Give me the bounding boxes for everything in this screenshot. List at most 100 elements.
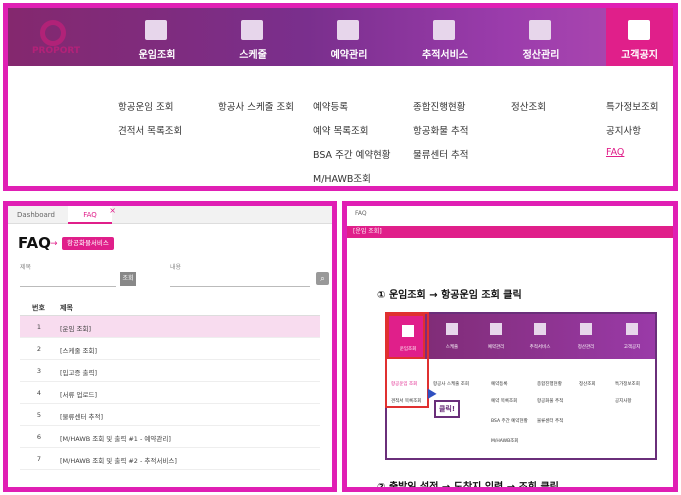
mini-nav-schedule: 스케줄 <box>433 314 471 359</box>
chart-icon <box>529 20 551 40</box>
nav-label: 스케줄 <box>239 50 267 61</box>
highlight-box <box>385 312 429 408</box>
menu-logistics-track[interactable]: 물류센터 추적 <box>413 147 468 161</box>
mini-nav-tracking: 추적서비스 <box>521 314 559 359</box>
nav-tracking[interactable]: 추적서비스 <box>397 8 493 66</box>
menu-air-freight-inquiry[interactable]: 항공운임 조회 <box>118 99 173 113</box>
menu-airline-schedule[interactable]: 항공사 스케줄 조회 <box>218 99 294 113</box>
step-2-text: ② 출발일 설정 → 도착지 입력 → 조회 클릭 <box>377 482 559 492</box>
search-label-content: 내용 <box>170 264 182 271</box>
mini-nav-label: 추적서비스 <box>529 345 551 350</box>
mini-nav-booking: 예약관리 <box>477 314 515 359</box>
row-title: [입고증 출력] <box>60 369 98 377</box>
row-title: [물류센터 추적] <box>60 413 104 421</box>
nav-settlement[interactable]: 정산관리 <box>493 8 589 66</box>
table-row[interactable]: 7 [M/HAWB 조회 및 출력 #2 - 추적서비스] <box>20 448 320 470</box>
search-button[interactable]: 조회 <box>120 272 136 286</box>
mini-menu-item: 항공운임 조회 <box>391 382 418 387</box>
search-label-title: 제목 <box>20 264 32 271</box>
table-header: 번호 제목 <box>20 298 320 316</box>
row-title: [M/HAWB 조회 및 출력 #2 - 추적서비스] <box>60 457 177 465</box>
mini-menu-item: 특가정보조회 <box>615 382 640 387</box>
calendar-icon <box>446 323 458 335</box>
search-icon[interactable]: ⌕ <box>316 272 329 285</box>
row-title: [스케줄 조회] <box>60 347 98 355</box>
dropdown-menu: 항공운임 조회 견적서 목록조회 항공사 스케줄 조회 예약등록 예약 목록조회… <box>8 66 673 186</box>
table-row[interactable]: 3 [입고증 출력] <box>20 360 320 382</box>
menu-notice[interactable]: 공지사항 <box>606 123 641 137</box>
mini-nav-notice: 고객공지 <box>613 314 651 359</box>
logo[interactable]: PROPORT <box>20 18 92 58</box>
row-title: [운임 조회] <box>60 325 92 333</box>
embedded-menu-image: 운임조회 스케줄 예약관리 추적서비스 정산관리 고객공지 항공운임 조회 항공… <box>385 312 657 460</box>
title-search-input[interactable] <box>20 286 116 287</box>
menu-quote-list[interactable]: 견적서 목록조회 <box>118 123 182 137</box>
menu-settlement-inquiry[interactable]: 정산조회 <box>511 99 546 113</box>
arrow-icon: → <box>50 239 58 249</box>
row-title: [M/HAWB 조회 및 출력 #1 - 예약관리] <box>60 435 171 443</box>
mini-menu-item: 예약등록 <box>491 382 508 387</box>
service-badge: 항공화물서비스 <box>62 237 114 250</box>
plane-track-icon <box>433 20 455 40</box>
close-icon[interactable]: × <box>109 206 116 220</box>
content-search-input[interactable] <box>170 286 310 287</box>
mini-menu-item: 물류센터 추적 <box>537 419 564 424</box>
cargo-box-icon <box>145 20 167 40</box>
nav-customer-notice[interactable]: 고객공지 <box>606 8 673 66</box>
row-number: 5 <box>36 411 42 419</box>
nav-label: 운임조회 <box>138 50 176 61</box>
table-row[interactable]: 2 [스케줄 조회] <box>20 338 320 360</box>
menu-air-cargo-track[interactable]: 항공화물 추적 <box>413 123 468 137</box>
logo-ring-icon <box>40 20 66 46</box>
tab-dashboard[interactable]: Dashboard <box>8 206 64 224</box>
table-row[interactable]: 6 [M/HAWB 조회 및 출력 #1 - 예약관리] <box>20 426 320 448</box>
mini-menu-item: 항공화물 추적 <box>537 399 564 404</box>
chat-icon <box>626 323 638 335</box>
menu-mhawb[interactable]: M/HAWB조회 <box>313 171 371 185</box>
tab-faq[interactable]: FAQ × <box>68 206 116 224</box>
table-row[interactable]: 1 [운임 조회] <box>20 316 320 338</box>
menu-booking-list[interactable]: 예약 목록조회 <box>313 123 368 137</box>
menu-bsa-weekly[interactable]: BSA 주간 예약현황 <box>313 147 391 161</box>
menu-faq[interactable]: FAQ <box>606 147 624 158</box>
row-title: [서류 업로드] <box>60 391 98 399</box>
faq-detail-screenshot: FAQ [운임 조회] ① 운임조회 → 항공운임 조회 클릭 운임조회 스케줄… <box>342 201 678 492</box>
chart-icon <box>580 323 592 335</box>
page-title: FAQ <box>18 234 51 252</box>
menu-special-price[interactable]: 특가정보조회 <box>606 99 658 113</box>
mini-menu-item: 공지사항 <box>615 399 632 404</box>
tab-bar: Dashboard FAQ × <box>8 206 332 224</box>
table-row[interactable]: 4 [서류 업로드] <box>20 382 320 404</box>
row-number: 3 <box>36 367 42 375</box>
briefcase-icon <box>337 20 359 40</box>
row-number: 6 <box>36 433 42 441</box>
menu-booking-register[interactable]: 예약등록 <box>313 99 348 113</box>
tab-faq-label: FAQ <box>83 211 97 219</box>
mini-menu-item: 항공사 스케줄 조회 <box>433 382 469 387</box>
chat-icon <box>628 20 650 40</box>
mini-nav-label: 정산관리 <box>577 345 595 350</box>
mini-menu-item: BSA 주간 예약현황 <box>491 419 528 424</box>
nav-schedule[interactable]: 스케줄 <box>205 8 301 66</box>
mini-nav-settlement: 정산관리 <box>567 314 605 359</box>
question-bar[interactable]: [운임 조회] <box>347 226 673 238</box>
calendar-icon <box>241 20 263 40</box>
nav-label: 예약관리 <box>330 50 368 61</box>
mini-nav-label: 예약관리 <box>487 345 505 350</box>
logo-text: PROPORT <box>31 46 81 56</box>
nav-freight-inquiry[interactable]: 운임조회 <box>109 8 205 66</box>
click-callout: 클릭! <box>434 400 460 418</box>
detail-caption: FAQ <box>355 210 367 217</box>
menu-overall-status[interactable]: 종합진행현황 <box>413 99 465 113</box>
mini-nav-label: 고객공지 <box>623 345 641 350</box>
nav-booking[interactable]: 예약관리 <box>301 8 397 66</box>
step-1-text: ① 운임조회 → 항공운임 조회 클릭 <box>377 290 522 301</box>
col-number: 번호 <box>32 304 45 312</box>
mini-menu-item: 정산조회 <box>579 382 596 387</box>
mini-menu-item: 견적서 목록조회 <box>391 399 422 404</box>
mini-nav-label: 스케줄 <box>445 345 459 350</box>
nav-label: 추적서비스 <box>422 50 468 61</box>
mini-menu-item: 예약 목록조회 <box>491 399 518 404</box>
row-number: 1 <box>36 323 42 331</box>
table-row[interactable]: 5 [물류센터 추적] <box>20 404 320 426</box>
